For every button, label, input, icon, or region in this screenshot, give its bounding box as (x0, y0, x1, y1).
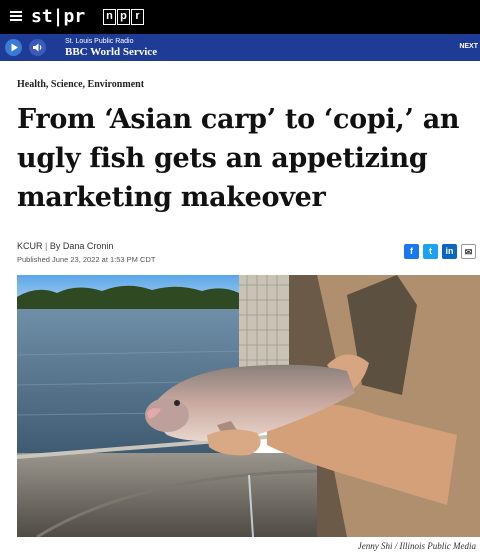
stlpr-logo[interactable]: st|pr (31, 6, 85, 28)
radio-player-bar: St. Louis Public Radio BBC World Service… (0, 34, 480, 61)
source-link[interactable]: KCUR (17, 241, 43, 251)
npr-logo[interactable]: n p r (103, 9, 145, 25)
byline: KCUR | By Dana Cronin (17, 241, 113, 251)
hamburger-menu-icon[interactable] (10, 11, 22, 21)
published-date: Published June 23, 2022 at 1:53 PM CDT (17, 255, 156, 264)
fish-photo-illustration (17, 275, 480, 537)
npr-letter-p: p (117, 9, 130, 25)
station-name: St. Louis Public Radio (65, 38, 134, 45)
article-category[interactable]: Health, Science, Environment (17, 79, 144, 90)
speaker-icon (33, 43, 42, 52)
play-icon (11, 43, 18, 52)
top-nav-bar: st|pr n p r (0, 0, 480, 34)
photo-credit: Jenny Shi / Illinois Public Media (357, 541, 476, 551)
program-name[interactable]: BBC World Service (65, 46, 157, 59)
article-photo (17, 275, 480, 537)
linkedin-share-button[interactable]: in (442, 244, 457, 259)
volume-button[interactable] (29, 39, 46, 56)
email-share-button[interactable]: ✉ (461, 244, 476, 259)
npr-letter-r: r (131, 9, 144, 25)
article-headline: From ‘Asian carp’ to ‘copi,’ an ugly fis… (17, 104, 460, 213)
facebook-share-button[interactable]: f (404, 244, 419, 259)
author-link[interactable]: By Dana Cronin (50, 241, 114, 251)
play-button[interactable] (5, 39, 22, 56)
next-button[interactable]: NEXT (459, 43, 478, 50)
npr-letter-n: n (103, 9, 116, 25)
twitter-share-button[interactable]: t (423, 244, 438, 259)
